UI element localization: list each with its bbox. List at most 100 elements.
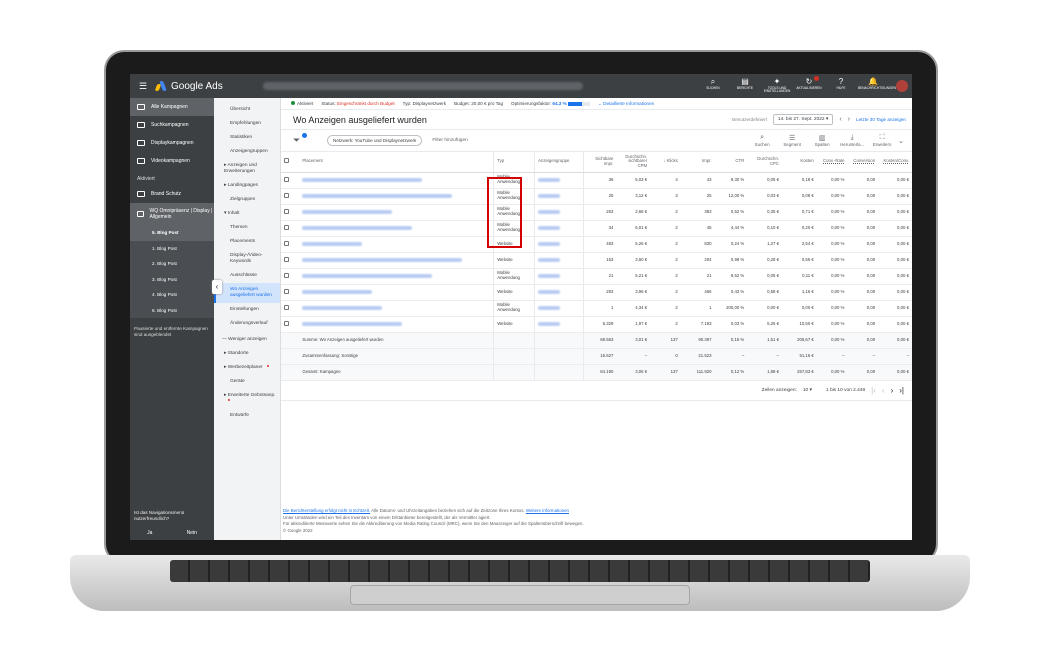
table-row[interactable]: Mobile Anwendung 21 5,21 €2 21 9,52 % 0,05 €0…: [281, 268, 912, 285]
nav-adgroup-item[interactable]: 5. Blog Post: [130, 225, 214, 241]
adgroup-blurred[interactable]: [538, 177, 561, 182]
col-placement[interactable]: Placement: [299, 152, 494, 173]
adgroup-blurred[interactable]: [538, 241, 561, 246]
adgroup-cell[interactable]: [534, 220, 584, 237]
subnav-audiences[interactable]: Zielgruppen: [214, 193, 280, 207]
placement-cell[interactable]: [299, 252, 494, 269]
rows-per-page-select[interactable]: 10 ▾: [803, 388, 812, 393]
filter-icon[interactable]: ⏷: [293, 133, 307, 146]
table-row[interactable]: Mobile Anwendung 25 3,12 €3 25 12,00 % 0,03 €…: [281, 188, 912, 205]
subnav-advanced-bid-adj[interactable]: ▸ Erweiterte Gebotsanp.: [214, 389, 280, 409]
subnav-settings[interactable]: Einstellungen: [214, 303, 280, 317]
subnav-display-keywords[interactable]: Display-/Video-Keywords: [214, 249, 280, 269]
col-ctr[interactable]: CTR: [714, 152, 748, 173]
nav-video-campaigns[interactable]: Videokampagnen: [130, 152, 214, 170]
checkbox[interactable]: [284, 240, 289, 246]
tool-expand-button[interactable]: ⛶ Erweitern: [870, 134, 894, 147]
subnav-insights[interactable]: Statistiken: [214, 131, 280, 145]
subnav-exclusions[interactable]: Ausschlüsse: [214, 269, 280, 283]
nav-search-campaigns[interactable]: Suchkampagnen: [130, 116, 214, 134]
subnav-change-history[interactable]: Änderungsverlauf: [214, 317, 280, 331]
feedback-no-button[interactable]: Nein: [187, 530, 197, 536]
row-checkbox-cell[interactable]: [281, 284, 300, 301]
placement-blurred[interactable]: [302, 209, 393, 214]
placement-cell[interactable]: [299, 172, 494, 189]
col-viewable-cpm[interactable]: Durchschn. sichtbarer CPM: [616, 152, 651, 173]
row-checkbox-cell[interactable]: [281, 252, 300, 269]
col-type[interactable]: Typ: [493, 152, 535, 173]
placement-cell[interactable]: [299, 236, 494, 253]
prev-page-icon[interactable]: ‹: [882, 386, 885, 395]
next-page-icon[interactable]: ›: [891, 386, 894, 395]
table-row[interactable]: Website 153 3,60 €2 204 0,98 % 0,28 €0,55 €0,…: [281, 252, 912, 269]
prev-period-icon[interactable]: ‹: [839, 116, 841, 123]
nav-adgroup-item[interactable]: 2. Blog Post: [130, 256, 214, 272]
row-checkbox-cell[interactable]: [281, 236, 300, 253]
placement-cell[interactable]: [299, 300, 494, 317]
nav-adgroup-item[interactable]: 6. Blog Post: [130, 302, 214, 318]
adgroup-blurred[interactable]: [538, 305, 561, 310]
table-row[interactable]: Mobile Anwendung 34 6,01 €2 45 4,44 % 0,10 €0…: [281, 220, 912, 237]
top-action-bell[interactable]: 🔔 BENACHRICHTIGUNGEN: [858, 77, 896, 94]
network-filter-chip[interactable]: Netzwerk: YouTube und Displaynetzwerk: [327, 135, 423, 146]
col-clicks[interactable]: ↓ Klicks: [650, 152, 681, 173]
nav-display-campaigns[interactable]: Displaykampagnen: [130, 134, 214, 152]
adgroup-cell[interactable]: [534, 204, 584, 221]
col-viewable-impr[interactable]: Sichtbare Impr.: [583, 152, 617, 173]
avatar[interactable]: [896, 80, 908, 92]
checkbox[interactable]: [284, 176, 289, 182]
adgroup-cell[interactable]: [534, 236, 584, 253]
adgroup-blurred[interactable]: [538, 273, 561, 278]
add-filter-button[interactable]: Filter hinzufügen: [432, 138, 467, 143]
feedback-yes-button[interactable]: Ja: [147, 530, 152, 536]
subnav-show-less[interactable]: — Weniger anzeigen: [214, 331, 280, 347]
adgroup-cell[interactable]: [534, 252, 584, 269]
nav-campaign-wq[interactable]: WQ Omnipräsenz | Display | Allgemein: [130, 203, 214, 225]
table-row[interactable]: Website 293 3,96 €2 466 0,43 % 0,58 €1,16 €0,…: [281, 284, 912, 301]
adgroup-cell[interactable]: [534, 268, 584, 285]
adgroup-blurred[interactable]: [538, 321, 561, 326]
placement-cell[interactable]: [299, 204, 494, 221]
row-checkbox-cell[interactable]: [281, 316, 300, 333]
date-range-select[interactable]: 14. bis 27. Sept. 2022 ▾: [772, 114, 834, 125]
subnav-recommendations[interactable]: Empfehlungen: [214, 117, 280, 131]
checkbox[interactable]: [284, 208, 289, 214]
checkbox[interactable]: [284, 272, 289, 278]
more-info-link[interactable]: Weitere Informationen: [526, 508, 569, 513]
subnav-drafts[interactable]: Entwürfe: [214, 409, 280, 423]
col-cost[interactable]: Kosten: [782, 152, 817, 173]
tool-columns-button[interactable]: ▥ Spalten: [810, 134, 834, 147]
tool-download-button[interactable]: ⤓ Herunterla...: [840, 134, 864, 147]
placement-blurred[interactable]: [302, 305, 383, 310]
details-link[interactable]: ⌄ Detaillierte Informationen: [598, 101, 654, 107]
table-row[interactable]: Mobile Anwendung 1 4,34 €2 1 200,00 % 0,00 €0…: [281, 300, 912, 317]
nav-campaign-brand[interactable]: Brand Schutz: [130, 185, 214, 203]
top-action-help[interactable]: ? HILFE: [826, 77, 856, 94]
nav-adgroup-item[interactable]: 4. Blog Post: [130, 287, 214, 303]
adgroup-cell[interactable]: [534, 172, 584, 189]
menu-icon[interactable]: ☰: [134, 81, 152, 92]
row-checkbox-cell[interactable]: [281, 172, 300, 189]
top-action-reports[interactable]: ▤ BERICHTE: [730, 77, 760, 94]
placement-cell[interactable]: [299, 316, 494, 333]
last-30-days-link[interactable]: Letzte 30 Tage anzeigen: [856, 117, 906, 122]
subnav-ad-schedule[interactable]: ▸ Werbezeitplaner: [214, 361, 280, 375]
subnav-content[interactable]: ▾ Inhalt: [214, 207, 280, 221]
app-logo[interactable]: Google Ads: [154, 81, 223, 92]
nav-adgroup-item[interactable]: 1. Blog Post: [130, 240, 214, 256]
col-cost-per-conv[interactable]: Kosten/Conv.: [878, 152, 912, 173]
row-checkbox-cell[interactable]: [281, 204, 300, 221]
realtime-info-link[interactable]: Die Berichterstellung erfolgt nicht in E…: [283, 508, 370, 513]
adgroup-cell[interactable]: [534, 284, 584, 301]
checkbox[interactable]: [284, 224, 289, 230]
placement-blurred[interactable]: [302, 193, 453, 198]
subnav-landingpages[interactable]: ▸ Landingpages: [214, 179, 280, 193]
top-action-refresh[interactable]: ↻ AKTUALISIEREN: [794, 77, 824, 94]
checkbox[interactable]: [284, 192, 289, 198]
table-row[interactable]: Website 483 5,26 €2 830 0,24 % 1,27 €2,54 €0,…: [281, 236, 912, 253]
adgroup-cell[interactable]: [534, 300, 584, 317]
placement-cell[interactable]: [299, 188, 494, 205]
subnav-locations[interactable]: ▸ Standorte: [214, 347, 280, 361]
row-checkbox-cell[interactable]: [281, 300, 300, 317]
tool-search-button[interactable]: ⌕ Suchen: [750, 134, 774, 147]
